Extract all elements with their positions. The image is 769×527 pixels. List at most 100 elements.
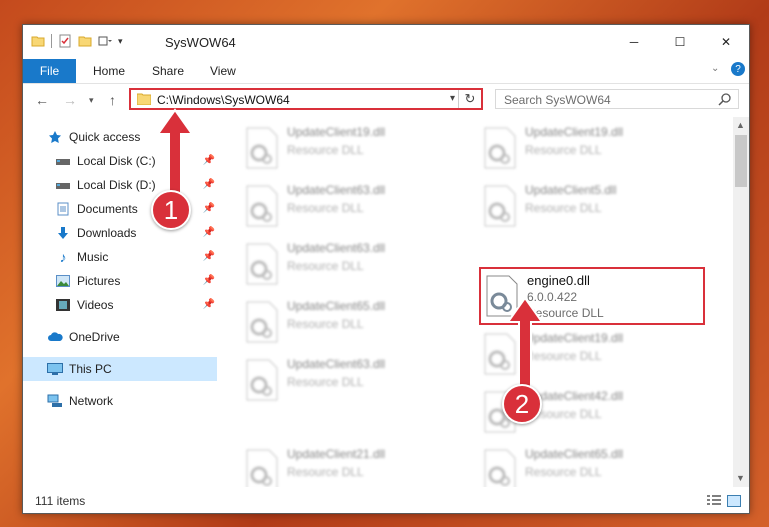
dll-file-icon — [484, 449, 516, 487]
quick-access-toolbar: ▾ — [31, 34, 123, 48]
tab-home[interactable]: Home — [93, 59, 125, 83]
file-name: UpdateClient19.dll — [287, 125, 386, 139]
dll-file-icon — [246, 243, 278, 285]
item-count: 111 items — [35, 494, 86, 508]
document-icon — [55, 201, 71, 217]
back-arrow-icon[interactable]: ← — [35, 92, 49, 108]
file-type: Resource DLL — [287, 317, 364, 331]
network-icon — [47, 393, 63, 409]
explorer-window: ▾ SysWOW64 ─ ☐ ✕ File Home Share View ⌄ … — [22, 24, 750, 514]
file-item[interactable]: UpdateClient63.dll Resource DLL — [239, 237, 459, 293]
file-type: Resource DLL — [525, 201, 602, 215]
pin-icon[interactable]: 📌 — [203, 299, 215, 310]
sidebar-item-this-pc[interactable]: This PC — [23, 357, 217, 381]
video-icon — [55, 297, 71, 313]
refresh-button[interactable]: ↻ — [458, 90, 481, 108]
sidebar-item-label: Documents — [77, 202, 138, 216]
file-item[interactable]: UpdateClient63.dll Resource DLL — [239, 179, 459, 235]
chevron-down-icon[interactable]: ▾ — [118, 36, 123, 47]
dll-file-icon — [246, 449, 278, 487]
sidebar-item-label: Local Disk (C:) — [77, 154, 156, 168]
forward-arrow-icon[interactable]: → — [63, 92, 77, 108]
pin-icon[interactable]: 📌 — [203, 155, 215, 166]
maximize-icon: ☐ — [674, 35, 686, 49]
maximize-button[interactable]: ☐ — [657, 25, 703, 59]
file-type: Resource DLL — [525, 465, 602, 479]
sidebar-item-label: Videos — [77, 298, 114, 312]
sidebar-item-network[interactable]: Network — [23, 389, 217, 413]
pin-icon[interactable]: 📌 — [203, 275, 215, 286]
scroll-thumb[interactable] — [735, 135, 747, 187]
sidebar-item-music[interactable]: ♪ Music 📌 — [23, 245, 217, 269]
sidebar-item-pictures[interactable]: Pictures 📌 — [23, 269, 217, 293]
star-icon — [47, 129, 63, 145]
scroll-up-icon[interactable]: ▲ — [736, 120, 745, 130]
address-bar[interactable]: C:\Windows\SysWOW64 ▾ ↻ — [129, 88, 483, 110]
drive-icon — [55, 177, 71, 193]
picture-icon — [55, 273, 71, 289]
large-icons-view-icon[interactable] — [727, 495, 741, 507]
recent-locations-icon[interactable]: ▾ — [89, 95, 94, 106]
file-item[interactable]: UpdateClient65.dll Resource DLL — [477, 443, 697, 487]
dll-file-icon — [246, 127, 278, 169]
file-type: Resource DLL — [287, 143, 364, 157]
pin-icon[interactable]: 📌 — [203, 203, 215, 214]
file-type: Resource DLL — [287, 465, 364, 479]
tab-file[interactable]: File — [23, 59, 76, 83]
dll-file-icon — [246, 185, 278, 227]
file-name: UpdateClient65.dll — [525, 447, 624, 461]
address-path: C:\Windows\SysWOW64 — [157, 93, 290, 107]
customize-icon[interactable] — [98, 34, 112, 48]
close-icon: ✕ — [720, 35, 732, 49]
file-item[interactable]: UpdateClient19.dll Resource DLL — [239, 121, 459, 177]
sidebar-item-label: OneDrive — [69, 330, 120, 344]
music-icon: ♪ — [59, 249, 67, 265]
folder-icon — [137, 93, 151, 105]
file-name: engine0.dll — [527, 273, 590, 288]
folder-icon — [31, 36, 45, 47]
dll-file-icon — [484, 185, 516, 227]
sidebar-item-label: This PC — [69, 362, 112, 376]
file-item[interactable]: UpdateClient5.dll Resource DLL — [477, 179, 697, 235]
sidebar-item-videos[interactable]: Videos 📌 — [23, 293, 217, 317]
file-item[interactable]: UpdateClient21.dll Resource DLL — [239, 443, 459, 487]
tab-share[interactable]: Share — [152, 59, 184, 83]
sidebar-item-onedrive[interactable]: OneDrive — [23, 325, 217, 349]
file-name: UpdateClient5.dll — [525, 183, 617, 197]
search-icon — [718, 93, 731, 106]
sidebar-item-downloads[interactable]: Downloads 📌 — [23, 221, 217, 245]
file-item[interactable]: UpdateClient65.dll Resource DLL — [239, 295, 459, 351]
details-view-icon[interactable] — [707, 495, 721, 507]
help-icon[interactable]: ? — [731, 62, 745, 76]
minimize-button[interactable]: ─ — [611, 25, 657, 59]
step-2-badge: 2 — [502, 384, 542, 424]
scroll-down-icon[interactable]: ▼ — [736, 473, 745, 483]
dll-file-icon — [484, 127, 516, 169]
sidebar-item-label: Quick access — [69, 130, 141, 144]
pin-icon[interactable]: 📌 — [203, 179, 215, 190]
search-input[interactable]: Search SysWOW64 — [495, 89, 739, 109]
sidebar-item-label: Network — [69, 394, 114, 408]
new-folder-icon[interactable] — [78, 34, 92, 48]
pin-icon[interactable]: 📌 — [203, 227, 215, 238]
file-name: UpdateClient63.dll — [287, 357, 386, 371]
close-button[interactable]: ✕ — [703, 25, 749, 59]
file-list: UpdateClient19.dll Resource DLL UpdateCl… — [219, 117, 733, 487]
file-item[interactable]: UpdateClient63.dll Resource DLL — [239, 353, 459, 409]
file-type: Resource DLL — [525, 143, 602, 157]
up-arrow-icon[interactable]: ↑ — [109, 92, 116, 108]
minimize-icon: ─ — [629, 35, 639, 49]
file-item[interactable]: UpdateClient19.dll Resource DLL — [477, 121, 697, 177]
ribbon-tabs: File Home Share View ⌄ ? — [23, 59, 749, 84]
properties-icon[interactable] — [58, 34, 72, 48]
computer-icon — [47, 361, 63, 377]
search-placeholder: Search SysWOW64 — [504, 93, 611, 107]
chevron-down-icon[interactable]: ▾ — [450, 93, 455, 104]
pin-icon[interactable]: 📌 — [203, 251, 215, 262]
file-name: UpdateClient21.dll — [287, 447, 386, 461]
tab-view[interactable]: View — [210, 59, 236, 83]
refresh-icon: ↻ — [464, 91, 476, 106]
sidebar-item-label: Music — [77, 250, 109, 264]
vertical-scrollbar[interactable]: ▲ ▼ — [733, 117, 749, 487]
expand-ribbon-icon[interactable]: ⌄ — [711, 63, 719, 74]
